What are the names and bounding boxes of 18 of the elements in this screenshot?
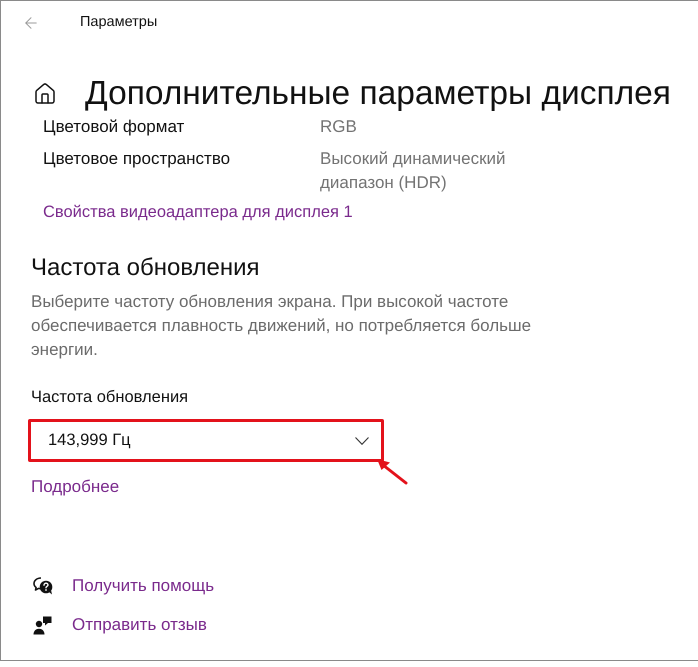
info-value: Высокий динамический диапазон (HDR): [320, 148, 507, 194]
footer-link[interactable]: Получить помощь: [72, 575, 214, 597]
footer-link[interactable]: Отправить отзыв: [72, 614, 207, 636]
window-title: Параметры: [80, 12, 158, 32]
info-value: RGB: [320, 116, 357, 138]
person-feedback-icon: [33, 616, 52, 634]
page-title: Дополнительные параметры дисплея: [85, 74, 671, 114]
learn-more-link[interactable]: Подробнее: [31, 477, 120, 496]
field-label: Частота обновления: [31, 387, 188, 408]
chevron-down-icon: [355, 436, 369, 444]
info-label: Цветовое пространство: [43, 148, 232, 170]
refresh-rate-dropdown[interactable]: 143,999 Гц: [28, 419, 384, 462]
help-chat-icon: [33, 577, 53, 595]
home-icon[interactable]: [33, 82, 57, 106]
section-heading: Частота обновления: [31, 253, 260, 283]
info-label: Цветовой формат: [43, 116, 186, 138]
adapter-properties-link[interactable]: Свойства видеоадаптера для дисплея 1: [43, 203, 353, 221]
section-description: Выберите частоту обновления экрана. При высокой частоте обеспечивается плавность движений, но потребляется больше энергии.: [31, 291, 532, 361]
